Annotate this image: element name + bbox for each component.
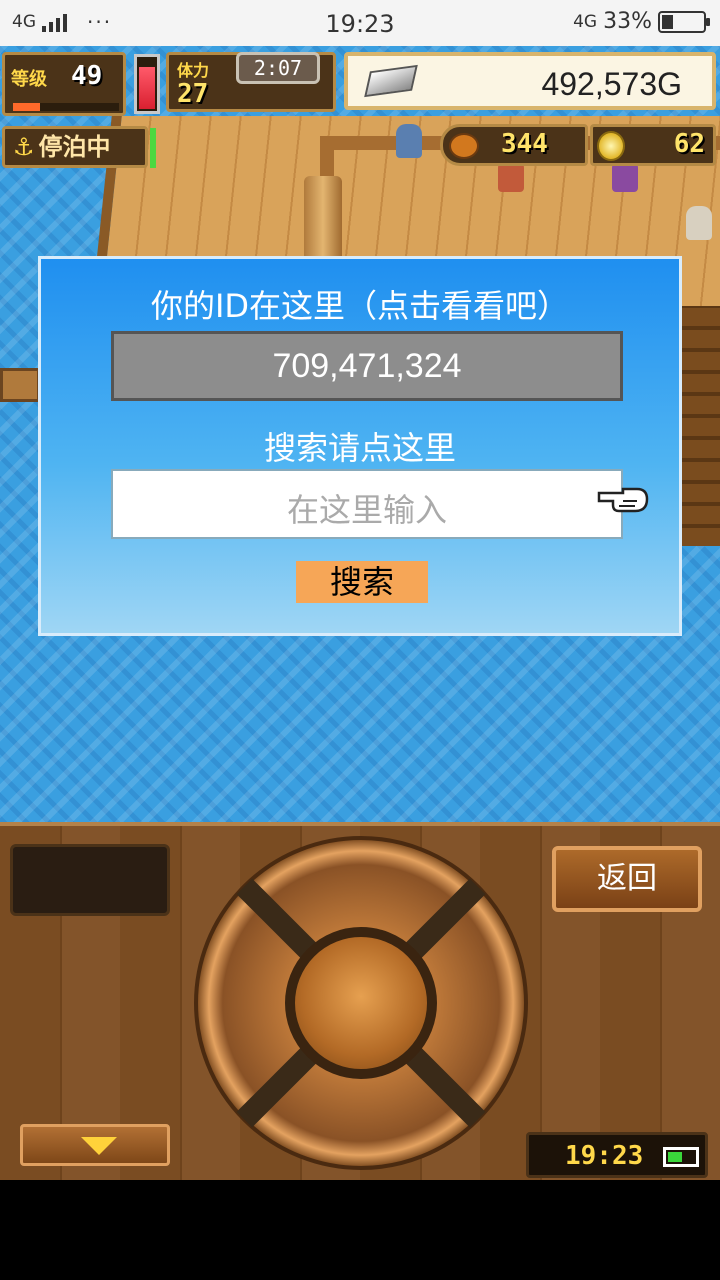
back-button[interactable]: 返回 xyxy=(552,846,702,912)
anchor-indicator xyxy=(150,128,156,168)
medal-icon xyxy=(597,131,625,161)
anchor-status-label: 停泊中 xyxy=(38,133,111,161)
timer-display: 2:07 xyxy=(236,52,320,84)
level-label: 等级 xyxy=(11,69,47,90)
pointing-hand-icon xyxy=(597,487,649,513)
controller-panel: 返回 19:23 xyxy=(0,822,720,1180)
gold-panel: 492,573G xyxy=(344,52,716,110)
crew-sprite xyxy=(686,206,712,240)
status-bar: 4G ··· 19:23 4G 33% xyxy=(0,0,720,46)
ship-hull xyxy=(682,306,720,546)
dpad-center-button[interactable] xyxy=(285,927,437,1079)
stamina-label: 体力 xyxy=(177,61,210,80)
level-panel: 等级 49 xyxy=(2,52,126,116)
resource-2-value: 62 xyxy=(673,129,705,159)
search-title: 搜索请点这里 xyxy=(263,429,456,467)
game-clock-panel: 19:23 xyxy=(526,1132,708,1178)
friend-search-dialog: 你的ID在这里（点击看看吧） 709,471,324 搜索请点这里 在这里输入 … xyxy=(38,256,682,636)
game-view[interactable]: 等级 49 体力 27 2:07 492,573G ⚓ 停泊中 344 62 你的… xyxy=(0,46,720,822)
search-input[interactable]: 在这里输入 xyxy=(111,469,623,539)
anchor-icon: ⚓ xyxy=(13,133,35,161)
network-4g-icon: 4G xyxy=(573,11,598,32)
resource-panel-1: 344 xyxy=(440,124,588,166)
status-right: 4G 33% xyxy=(573,9,710,34)
stamina-value: 27 xyxy=(177,79,209,109)
hp-gauge xyxy=(134,54,160,114)
mini-screen xyxy=(10,844,170,916)
search-button[interactable]: 搜索 xyxy=(296,561,428,603)
battery-icon xyxy=(658,10,710,33)
resource-panel-2: 62 xyxy=(590,124,716,166)
down-arrow-icon xyxy=(81,1137,117,1155)
battery-icon xyxy=(663,1147,699,1167)
game-clock: 19:23 xyxy=(565,1141,644,1171)
menu-down-button[interactable] xyxy=(20,1124,170,1166)
crew-sprite xyxy=(396,124,422,158)
silver-ingot-icon xyxy=(364,64,418,98)
search-placeholder: 在这里输入 xyxy=(286,491,447,529)
barrel-icon xyxy=(449,133,479,159)
gold-amount: 492,573G xyxy=(541,66,682,102)
exp-bar xyxy=(13,103,119,111)
player-id-field[interactable]: 709,471,324 xyxy=(111,331,623,401)
resource-1-value: 344 xyxy=(501,129,548,159)
ship-mast xyxy=(304,176,342,266)
battery-percent: 33% xyxy=(603,9,652,34)
dialog-title: 你的ID在这里（点击看看吧） xyxy=(150,287,570,325)
anchor-status-button[interactable]: ⚓ 停泊中 xyxy=(2,126,148,168)
dock-plank xyxy=(0,368,40,402)
level-value: 49 xyxy=(71,61,103,91)
directional-pad[interactable] xyxy=(194,836,528,1170)
